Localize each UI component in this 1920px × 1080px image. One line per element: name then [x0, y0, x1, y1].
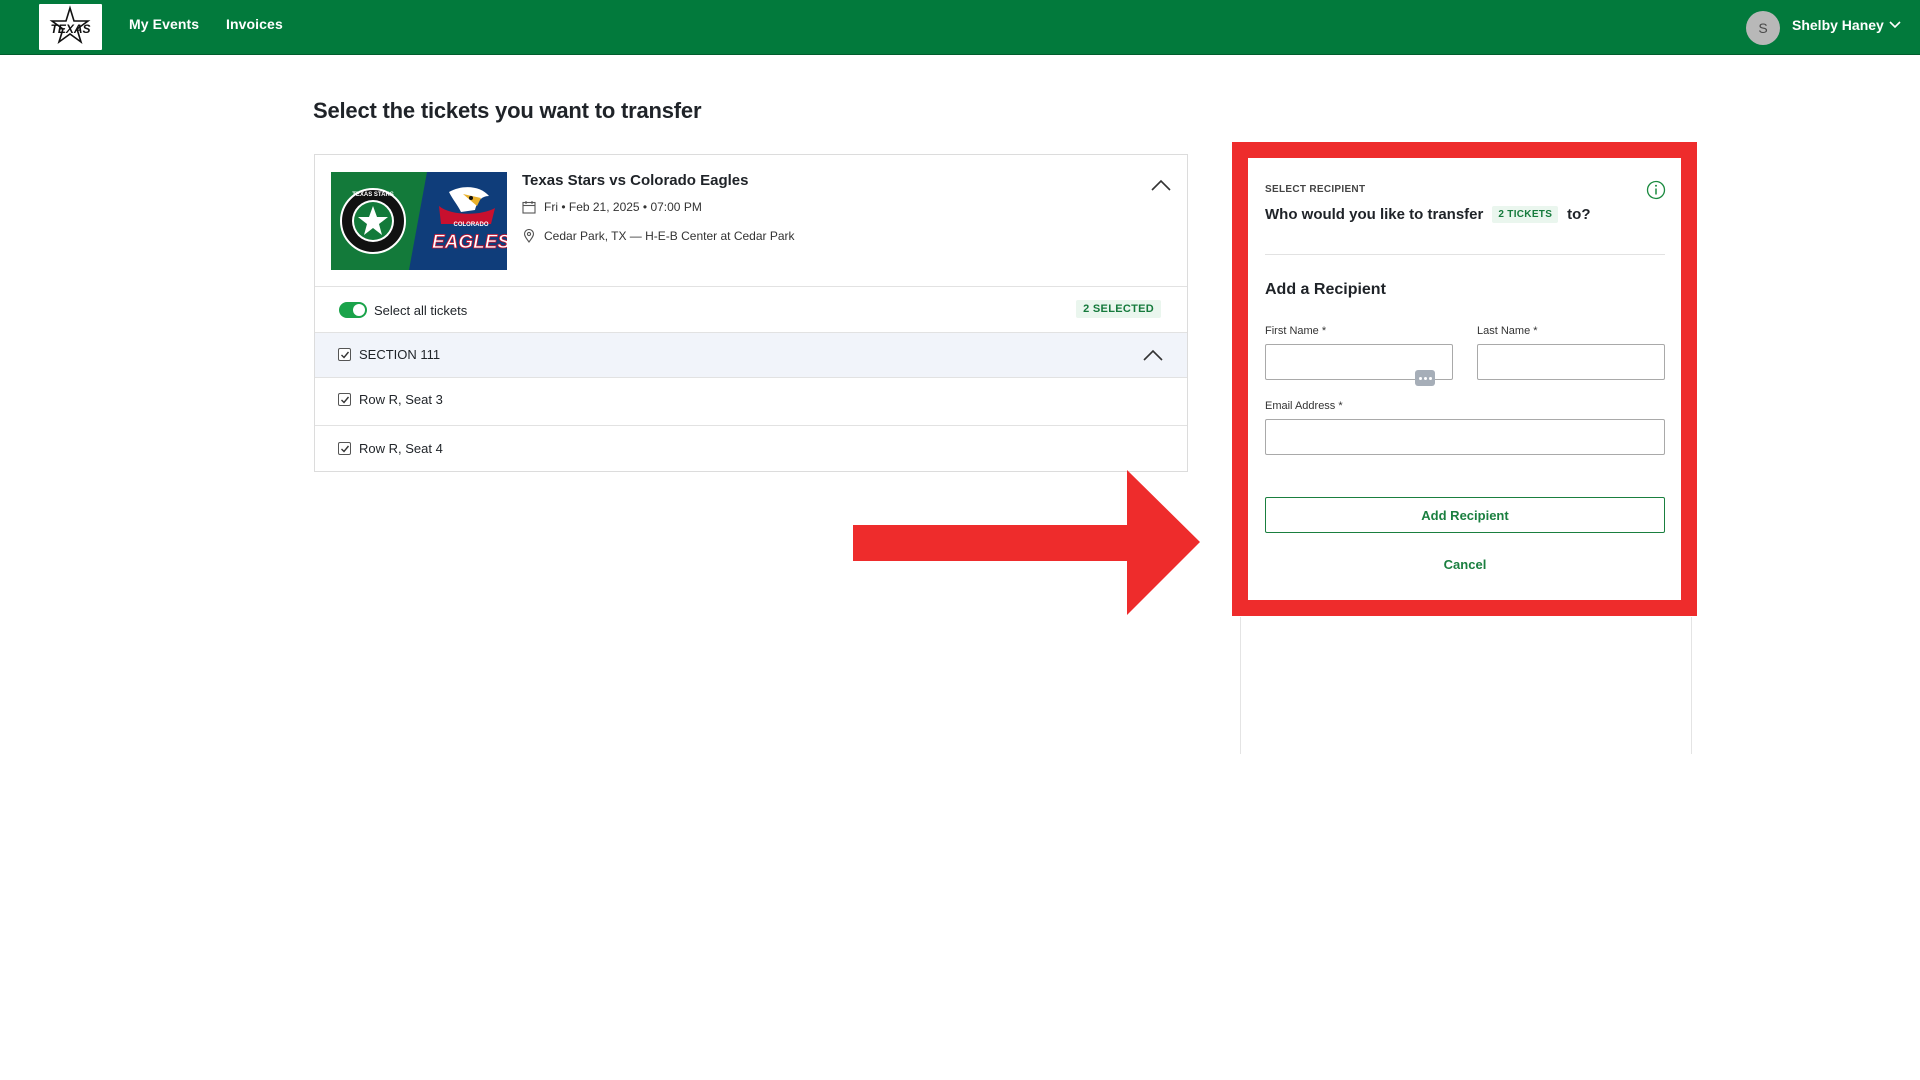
seat-checkbox[interactable]	[338, 442, 351, 455]
section-header-row[interactable]: SECTION 111	[315, 333, 1187, 377]
question-suffix: to?	[1567, 206, 1591, 223]
tickets-count-badge: 2 TICKETS	[1492, 206, 1559, 223]
select-all-toggle[interactable]	[339, 302, 367, 318]
email-label: Email Address *	[1265, 400, 1343, 412]
select-recipient-kicker: SELECT RECIPIENT	[1265, 184, 1366, 195]
add-recipient-button[interactable]: Add Recipient	[1265, 497, 1665, 533]
event-location: Cedar Park, TX — H-E-B Center at Cedar P…	[544, 229, 795, 243]
checkmark-icon	[341, 396, 350, 404]
cancel-link[interactable]: Cancel	[1265, 557, 1665, 572]
last-name-field[interactable]	[1477, 344, 1665, 380]
event-location-row: Cedar Park, TX — H-E-B Center at Cedar P…	[522, 229, 795, 243]
nav-invoices[interactable]: Invoices	[226, 16, 283, 32]
event-datetime: Fri • Feb 21, 2025 • 07:00 PM	[544, 200, 702, 214]
checkmark-icon	[341, 445, 350, 453]
nav-my-events[interactable]: My Events	[129, 16, 199, 32]
add-recipient-heading: Add a Recipient	[1265, 281, 1386, 298]
texas-stars-logo[interactable]: TEXAS	[39, 4, 102, 50]
seat-label: Row R, Seat 3	[359, 392, 443, 407]
first-name-label: First Name *	[1265, 325, 1327, 337]
calendar-icon	[522, 201, 536, 214]
recipient-panel: SELECT RECIPIENT Who would you like to t…	[1248, 158, 1681, 600]
section-checkbox[interactable]	[338, 348, 351, 361]
avatar[interactable]: S	[1746, 11, 1780, 45]
seat-label: Row R, Seat 4	[359, 441, 443, 456]
last-name-label: Last Name *	[1477, 325, 1538, 337]
user-menu-name[interactable]: Shelby Haney	[1792, 17, 1884, 33]
autofill-dots-icon[interactable]	[1415, 370, 1435, 386]
selected-count-badge: 2 SELECTED	[1076, 300, 1161, 318]
section-label: SECTION 111	[359, 347, 441, 362]
info-icon[interactable]	[1646, 180, 1666, 200]
seat-checkbox[interactable]	[338, 393, 351, 406]
location-pin-icon	[523, 229, 535, 243]
page-title: Select the tickets you want to transfer	[313, 98, 702, 123]
chevron-down-icon[interactable]	[1888, 18, 1902, 32]
checkmark-icon	[341, 351, 350, 359]
event-ticket-card: TEXAS STARS COLORADO EAGLES Texas Stars …	[314, 154, 1188, 472]
logo-wordmark: TEXAS	[50, 22, 90, 36]
event-image: TEXAS STARS COLORADO EAGLES	[331, 172, 507, 270]
select-all-label: Select all tickets	[374, 303, 468, 318]
away-team-wordmark: EAGLES	[432, 232, 507, 253]
panel-outline	[1240, 617, 1692, 754]
event-date-row: Fri • Feb 21, 2025 • 07:00 PM	[522, 200, 702, 214]
annotation-arrow	[853, 470, 1200, 615]
question-text: Who would you like to transfer	[1265, 206, 1484, 223]
chevron-up-icon[interactable]	[1151, 179, 1171, 191]
transfer-question: Who would you like to transfer 2 TICKETS…	[1265, 206, 1591, 223]
top-nav-bar: TEXAS My Events Invoices S Shelby Haney	[0, 0, 1920, 55]
event-title: Texas Stars vs Colorado Eagles	[522, 172, 749, 189]
chevron-up-icon[interactable]	[1143, 349, 1163, 361]
email-field[interactable]	[1265, 419, 1665, 455]
home-team-wordmark: TEXAS STARS	[352, 192, 394, 198]
away-team-subtext: COLORADO	[454, 222, 489, 228]
